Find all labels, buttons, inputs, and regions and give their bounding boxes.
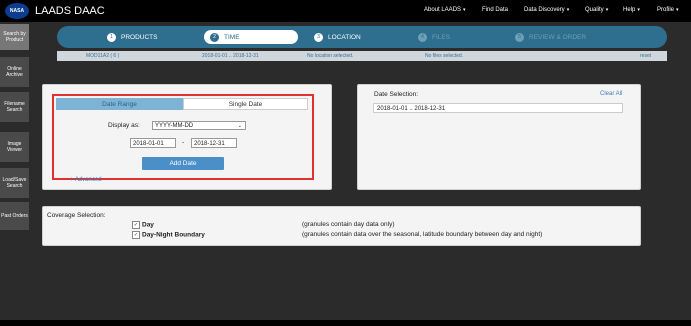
add-date-button[interactable]: Add Date — [142, 157, 224, 170]
logo-text: NASA — [9, 8, 25, 14]
step-label: LOCATION — [328, 33, 361, 41]
step-number: 2 — [210, 32, 219, 42]
summary-product[interactable]: MOD11A2 ( 6 ) — [86, 53, 119, 59]
step-label: REVIEW & ORDER — [529, 33, 587, 41]
summary-files[interactable]: No files selected. — [425, 53, 463, 59]
date-separator: - — [182, 139, 185, 146]
day-night-label: Day-Night Boundary — [142, 231, 205, 239]
step-progress-bar: 1 PRODUCTS 2 TIME 3 LOCATION 4 FILES 5 REVIEW… — [57, 26, 667, 48]
step-number: 5 — [515, 32, 524, 42]
tab-date-range[interactable]: Date Range — [56, 98, 183, 110]
sidebar-item-search-by-product[interactable]: Search by Product — [0, 24, 29, 50]
day-night-checkbox[interactable]: ✓ — [132, 231, 140, 239]
sidebar-item-label: Past Orders — [1, 213, 28, 219]
nasa-logo[interactable]: NASA — [5, 3, 29, 19]
coverage-panel: Coverage Selection: ✓ Day (granules conta… — [42, 206, 641, 246]
selected-date-range[interactable]: 2018-01-01 .. 2018-12-31 — [373, 103, 623, 113]
sidebar-item-load-save-search[interactable]: Load/Save Search — [0, 168, 29, 198]
tab-single-date[interactable]: Single Date — [183, 98, 308, 110]
step-files[interactable]: 4 FILES — [418, 30, 450, 44]
nav-find-data[interactable]: Find Data — [482, 7, 508, 13]
step-number: 3 — [314, 32, 323, 42]
nav-label: Data Discovery — [524, 7, 565, 13]
chevron-down-icon: ▾ — [676, 7, 679, 13]
day-label: Day — [142, 221, 154, 229]
date-selection-panel: Date Selection: Clear All 2018-01-01 .. … — [357, 84, 641, 190]
display-as-label: Display as: — [108, 122, 140, 129]
day-night-description: (granules contain data over the seasonal… — [302, 231, 543, 238]
summary-location[interactable]: No location selected. — [307, 53, 353, 59]
chevron-down-icon: ▾ — [463, 7, 466, 13]
advanced-link[interactable]: + Advanced — [70, 177, 102, 183]
top-navbar: NASA LAADS DAAC About LAADS ▾ Find Data D… — [0, 0, 691, 22]
sidebar-item-label: Online Archive — [6, 66, 23, 78]
step-products[interactable]: 1 PRODUCTS — [107, 30, 157, 44]
step-review-order[interactable]: 5 REVIEW & ORDER — [515, 30, 586, 44]
sidebar-item-label: Load/Save Search — [2, 177, 27, 189]
bottom-bar — [0, 320, 691, 326]
reset-link[interactable]: reset — [640, 53, 651, 59]
step-number: 1 — [107, 32, 116, 42]
nav-data-discovery[interactable]: Data Discovery ▾ — [524, 7, 569, 13]
chevron-down-icon: ▾ — [566, 7, 570, 13]
day-checkbox[interactable]: ✓ — [132, 221, 140, 229]
date-selection-title: Date Selection: — [374, 91, 419, 98]
chevron-down-icon: ⌄ — [237, 123, 242, 129]
summary-time[interactable]: 2018-01-01 .. 2018-12-31 — [202, 53, 259, 59]
step-number: 4 — [418, 32, 427, 42]
chevron-down-icon: ▾ — [637, 7, 640, 13]
day-description: (granules contain day data only) — [302, 221, 395, 228]
sidebar-item-label: Filename Search — [4, 101, 25, 113]
step-label: FILES — [432, 33, 451, 41]
left-sidebar: Search by Product Online Archive Filenam… — [0, 22, 29, 326]
nav-profile[interactable]: Profile ▾ — [657, 7, 679, 13]
selection-summary-bar: MOD11A2 ( 6 ) 2018-01-01 .. 2018-12-31 N… — [57, 51, 667, 61]
nav-quality[interactable]: Quality ▾ — [585, 7, 608, 13]
nav-label: Profile — [657, 7, 675, 13]
date-range-box: Date Range Single Date Display as: YYYY-… — [52, 94, 314, 180]
start-date-input[interactable]: 2018-01-01 — [130, 138, 176, 148]
nav-label: Find Data — [482, 7, 509, 13]
sidebar-item-label: Search by Product — [3, 31, 26, 43]
nav-label: About LAADS — [424, 7, 462, 13]
chevron-down-icon: ▾ — [605, 7, 609, 13]
nav-about-laads[interactable]: About LAADS ▾ — [424, 7, 466, 13]
app-title[interactable]: LAADS DAAC — [35, 5, 105, 17]
sidebar-item-image-viewer[interactable]: Image Viewer — [0, 132, 29, 162]
clear-all-link[interactable]: Clear All — [600, 91, 622, 97]
coverage-day-night-option[interactable]: ✓ Day-Night Boundary — [132, 231, 205, 239]
sidebar-item-label: Image Viewer — [6, 141, 23, 153]
sidebar-item-online-archive[interactable]: Online Archive — [0, 57, 29, 87]
sidebar-item-past-orders[interactable]: Past Orders — [0, 202, 29, 230]
nav-label: Help — [623, 7, 636, 13]
display-format-value: YYYY-MM-DD — [155, 123, 194, 129]
step-label: TIME — [224, 33, 240, 41]
step-location[interactable]: 3 LOCATION — [314, 30, 361, 44]
nav-label: Quality — [585, 7, 604, 13]
display-format-select[interactable]: YYYY-MM-DD ⌄ — [152, 121, 246, 130]
coverage-title: Coverage Selection: — [47, 212, 106, 219]
nav-help[interactable]: Help ▾ — [623, 7, 640, 13]
sidebar-item-filename-search[interactable]: Filename Search — [0, 92, 29, 122]
step-time[interactable]: 2 TIME — [204, 30, 298, 44]
end-date-input[interactable]: 2018-12-31 — [191, 138, 237, 148]
step-label: PRODUCTS — [121, 33, 158, 41]
coverage-day-option[interactable]: ✓ Day — [132, 221, 154, 229]
